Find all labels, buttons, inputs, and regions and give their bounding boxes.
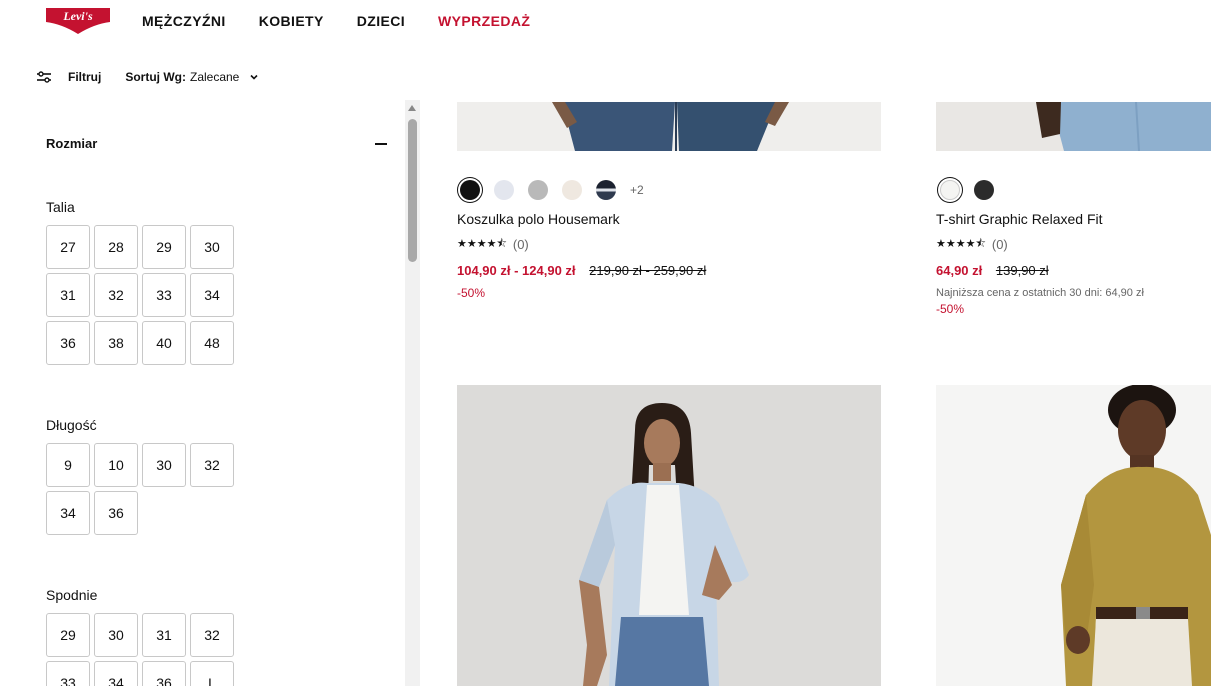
filter-button[interactable]: Filtruj: [68, 70, 101, 84]
color-swatch[interactable]: [460, 180, 480, 200]
filter-sidebar: Rozmiar Talia 27 28 29 30 31 32 33 34 36…: [0, 100, 405, 686]
size-option[interactable]: 30: [94, 613, 138, 657]
size-option[interactable]: 29: [46, 613, 90, 657]
size-option[interactable]: 33: [46, 661, 90, 686]
sale-price: 64,90 zł: [936, 263, 983, 278]
product-image-polo[interactable]: [457, 102, 881, 151]
rating-count: (0): [512, 237, 529, 252]
size-option[interactable]: L: [190, 661, 234, 686]
product-name[interactable]: T-shirt Graphic Relaxed Fit: [936, 211, 1103, 227]
color-swatches: [940, 180, 1008, 200]
size-option[interactable]: 29: [142, 225, 186, 269]
size-option[interactable]: 48: [190, 321, 234, 365]
discount-badge: -50%: [936, 302, 965, 316]
chevron-down-icon[interactable]: [249, 72, 259, 82]
size-option[interactable]: 10: [94, 443, 138, 487]
original-price: 139,90 zł: [995, 263, 1049, 278]
size-option[interactable]: 36: [94, 491, 138, 535]
color-swatch[interactable]: [596, 180, 616, 200]
scrollbar-thumb[interactable]: [408, 119, 417, 262]
nav-women[interactable]: KOBIETY: [259, 13, 324, 29]
product-name[interactable]: Koszulka polo Housemark: [457, 211, 620, 227]
original-price: 219,90 zł - 259,90 zł: [589, 263, 707, 278]
sort-label: Sortuj Wg:: [125, 70, 186, 84]
color-swatch[interactable]: [974, 180, 994, 200]
size-option[interactable]: 34: [46, 491, 90, 535]
size-option[interactable]: 34: [94, 661, 138, 686]
product-image-tshirt[interactable]: [936, 102, 1211, 151]
size-option[interactable]: 33: [142, 273, 186, 317]
size-option[interactable]: 38: [94, 321, 138, 365]
color-swatch[interactable]: [528, 180, 548, 200]
product-price: 104,90 zł - 124,90 zł 219,90 zł - 259,90…: [457, 263, 706, 278]
size-option[interactable]: 36: [142, 661, 186, 686]
rating-count: (0): [991, 237, 1008, 252]
filter-icon[interactable]: [36, 70, 52, 84]
size-option[interactable]: 32: [190, 613, 234, 657]
discount-badge: -50%: [457, 286, 486, 300]
waist-group-title: Talia: [46, 199, 75, 215]
product-image-shirt-striped[interactable]: [457, 385, 881, 686]
size-option[interactable]: 28: [94, 225, 138, 269]
size-option[interactable]: 34: [190, 273, 234, 317]
size-option[interactable]: 30: [190, 225, 234, 269]
rating-stars-icon: ★★★★⯪: [457, 238, 507, 250]
filter-sort-toolbar: Filtruj Sortuj Wg: Zalecane: [36, 68, 259, 86]
size-option[interactable]: 36: [46, 321, 90, 365]
collapse-icon[interactable]: [375, 143, 387, 145]
length-size-grid: 9 10 30 32 34 36: [46, 443, 234, 535]
size-option[interactable]: 30: [142, 443, 186, 487]
nav-sale[interactable]: WYPRZEDAŻ: [438, 13, 530, 29]
levis-logo[interactable]: Levi's: [44, 6, 112, 36]
size-option[interactable]: 32: [94, 273, 138, 317]
more-colors-count[interactable]: +2: [630, 183, 644, 197]
size-option[interactable]: 27: [46, 225, 90, 269]
size-option[interactable]: 9: [46, 443, 90, 487]
rating-stars-icon: ★★★★⯪: [936, 238, 986, 250]
main-nav: MĘŻCZYŹNI KOBIETY DZIECI WYPRZEDAŻ: [142, 13, 563, 29]
logo-text: Levi's: [62, 9, 93, 23]
nav-men[interactable]: MĘŻCZYŹNI: [142, 13, 226, 29]
lowest-price-note: Najniższa cena z ostatnich 30 dni: 64,90…: [936, 287, 1144, 299]
color-swatches: +2: [460, 180, 644, 200]
sidebar-scrollbar[interactable]: [405, 100, 420, 686]
pants-group-title: Spodnie: [46, 587, 98, 603]
site-header: Levi's MĘŻCZYŹNI KOBIETY DZIECI WYPRZEDA…: [0, 0, 1211, 44]
size-section-title: Rozmiar: [46, 136, 98, 151]
size-option[interactable]: 31: [142, 613, 186, 657]
size-option[interactable]: 40: [142, 321, 186, 365]
scroll-up-arrow-icon[interactable]: [408, 105, 416, 111]
nav-kids[interactable]: DZIECI: [357, 13, 405, 29]
sale-price: 104,90 zł - 124,90 zł: [457, 263, 576, 278]
size-option[interactable]: 32: [190, 443, 234, 487]
product-image-shirt-mustard[interactable]: [936, 385, 1211, 686]
size-option[interactable]: 31: [46, 273, 90, 317]
color-swatch[interactable]: [940, 180, 960, 200]
waist-size-grid: 27 28 29 30 31 32 33 34 36 38 40 48: [46, 225, 234, 365]
color-swatch[interactable]: [494, 180, 514, 200]
product-price: 64,90 zł 139,90 zł: [936, 263, 1049, 278]
sort-dropdown[interactable]: Zalecane: [190, 70, 239, 84]
pants-size-grid: 29 30 31 32 33 34 36 L: [46, 613, 234, 686]
product-rating: ★★★★⯪ (0): [936, 235, 1008, 254]
product-rating: ★★★★⯪ (0): [457, 235, 529, 254]
color-swatch[interactable]: [562, 180, 582, 200]
length-group-title: Długość: [46, 417, 97, 433]
